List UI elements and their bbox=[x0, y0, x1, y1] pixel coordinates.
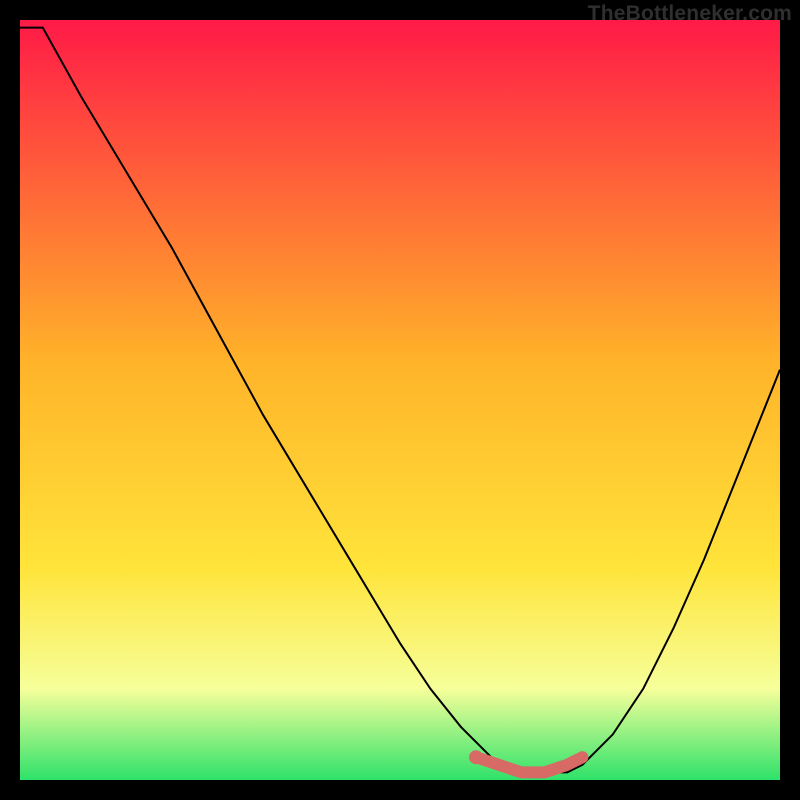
watermark-text: TheBottleneker.com bbox=[588, 2, 792, 26]
heat-background bbox=[20, 20, 780, 780]
optimal-dot bbox=[469, 750, 483, 764]
chart-stage: TheBottleneker.com bbox=[0, 0, 800, 800]
bottleneck-chart bbox=[20, 20, 780, 780]
